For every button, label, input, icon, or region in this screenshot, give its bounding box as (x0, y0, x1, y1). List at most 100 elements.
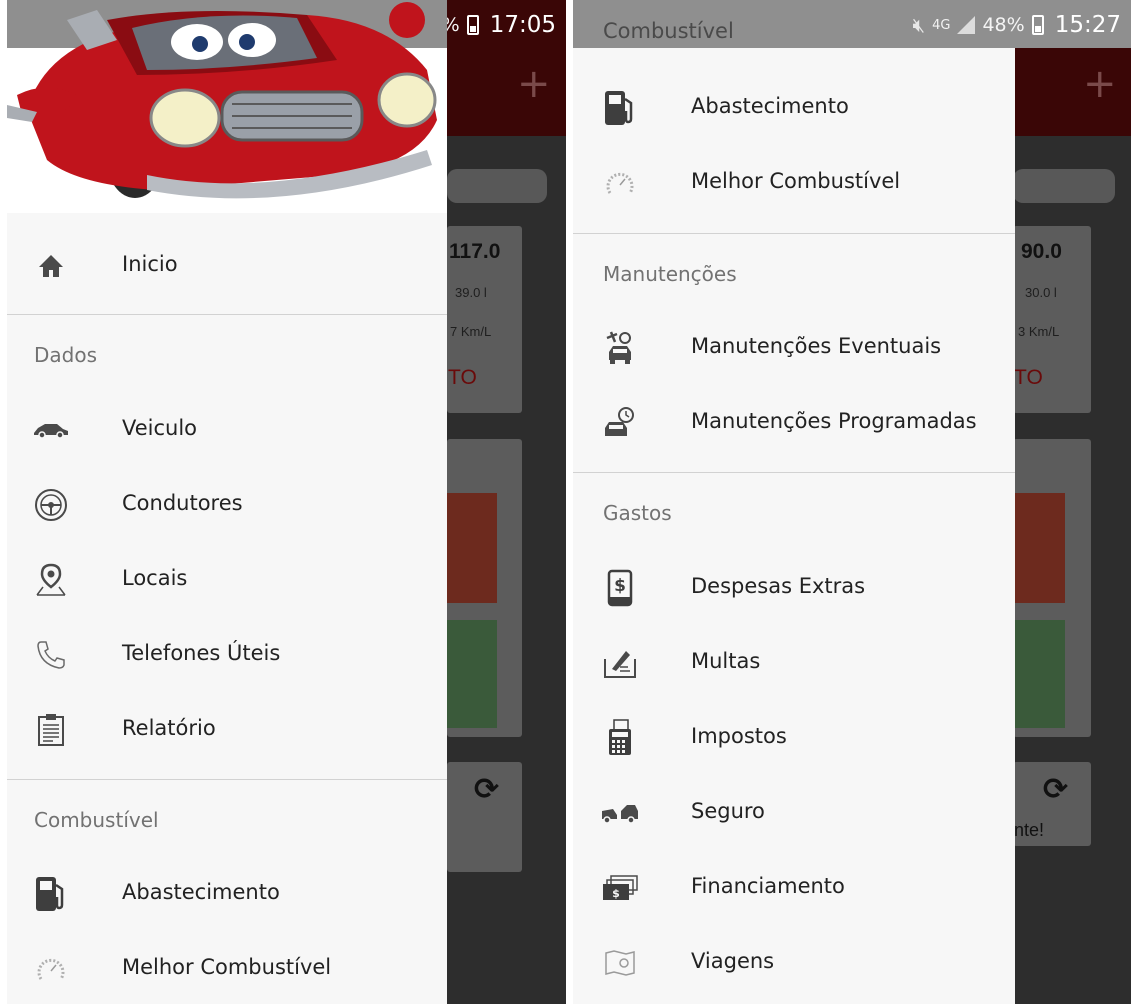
nav-item-manutencoes-eventuais[interactable]: Manutenções Eventuais (573, 310, 1015, 384)
summary-liters: 30.0 l (1025, 285, 1057, 300)
section-header-dados: Dados (34, 343, 98, 367)
nav-item-veiculo[interactable]: Veiculo (7, 392, 447, 466)
summary-consumption: 3 Km/L (1018, 324, 1060, 339)
home-icon (31, 246, 71, 286)
nav-label: Veiculo (122, 416, 198, 440)
green-button[interactable] (1013, 620, 1065, 728)
nav-label: Condutores (122, 491, 243, 515)
banknotes-icon: $ (600, 868, 640, 908)
nav-item-despesas-extras[interactable]: $ Despesas Extras (573, 550, 1015, 624)
nav-label: Manutenções Eventuais (691, 334, 942, 358)
battery-percent: 48% (982, 14, 1025, 36)
nav-item-abastecimento[interactable]: Abastecimento (7, 856, 447, 930)
fuel-pump-icon (31, 874, 71, 914)
nav-label: Multas (691, 649, 761, 673)
nav-label: Seguro (691, 799, 765, 823)
navigation-drawer: Abastecimento Melhor Combustível Manuten… (573, 48, 1015, 1004)
nav-label: Relatório (122, 716, 216, 740)
nav-label: Melhor Combustível (691, 169, 901, 193)
refresh-icon[interactable]: ⟳ (474, 772, 499, 807)
refresh-icon[interactable]: ⟳ (1043, 772, 1068, 807)
car-repair-icon (600, 328, 640, 368)
nav-label: Inicio (122, 252, 178, 276)
summary-status: TO (1014, 366, 1043, 389)
nav-label: Locais (122, 566, 188, 590)
nav-item-multas[interactable]: Multas (573, 625, 1015, 699)
section-header-manutencoes: Manutenções (603, 262, 737, 286)
nav-item-melhor-combustivel[interactable]: Melhor Combustível (7, 931, 447, 1004)
red-button[interactable] (447, 493, 497, 603)
nav-item-inicio[interactable]: Inicio (7, 228, 447, 302)
divider (573, 233, 1015, 234)
phone-icon (31, 635, 71, 675)
nav-item-manutencoes-programadas[interactable]: Manutenções Programadas (573, 385, 1015, 459)
battery-icon (466, 15, 479, 35)
network-type: 4G (932, 17, 951, 33)
nav-item-financiamento[interactable]: $ Financiamento (573, 850, 1015, 924)
nav-label: Despesas Extras (691, 574, 866, 598)
green-button[interactable] (447, 620, 497, 728)
car-clock-icon (600, 403, 640, 443)
mute-icon: 🔇︎ (912, 13, 926, 37)
status-message: nte! (1014, 820, 1045, 840)
ticket-icon (600, 643, 640, 683)
battery-icon (1031, 15, 1044, 35)
calculator-icon (600, 718, 640, 758)
nav-item-telefones[interactable]: Telefones Úteis (7, 617, 447, 691)
map-pin-icon (31, 560, 71, 600)
nav-label: Financiamento (691, 874, 845, 898)
signal-icon (957, 16, 976, 34)
nav-label: Impostos (691, 724, 787, 748)
steering-wheel-icon (31, 485, 71, 525)
clock: 17:05 (489, 12, 556, 38)
section-header-combustivel: Combustível (34, 808, 159, 832)
svg-text:$: $ (614, 576, 626, 596)
nav-item-locais[interactable]: Locais (7, 542, 447, 616)
nav-item-seguro[interactable]: Seguro (573, 775, 1015, 849)
nav-label: Melhor Combustível (122, 955, 332, 979)
nav-label: Manutenções Programadas (691, 409, 977, 433)
car-icon (31, 410, 71, 450)
add-button[interactable]: + (517, 64, 551, 104)
nav-item-impostos[interactable]: Impostos (573, 700, 1015, 774)
money-phone-icon: $ (600, 568, 640, 608)
nav-item-melhor-combustivel[interactable]: Melhor Combustível (573, 145, 1015, 219)
nav-label: Abastecimento (122, 880, 280, 904)
car-crash-icon (600, 793, 640, 833)
clipboard-icon (31, 710, 71, 750)
summary-value: 117.0 (449, 240, 501, 263)
divider (7, 779, 447, 780)
summary-liters: 39.0 l (455, 285, 487, 300)
drawer-header-image (7, 0, 447, 213)
clock: 15:27 (1054, 12, 1121, 38)
nav-item-relatorio[interactable]: Relatório (7, 692, 447, 766)
nav-item-condutores[interactable]: Condutores (7, 467, 447, 541)
summary-status: TO (448, 366, 477, 389)
add-button[interactable]: + (1083, 64, 1117, 104)
status-bar: Combustível 🔇︎ 4G 48% 15:27 (573, 0, 1131, 48)
nav-label: Abastecimento (691, 94, 849, 118)
cartoon-car-logo (7, 0, 447, 199)
divider (7, 314, 447, 315)
nav-label: Viagens (691, 949, 775, 973)
gauge-icon (600, 163, 640, 203)
screen-left: + 117.0 39.0 l 7 Km/L TO ⟳ 🔇︎ 19% 17:05 (7, 0, 566, 1004)
section-header-gastos: Gastos (603, 501, 672, 525)
divider (573, 472, 1015, 473)
summary-consumption: 7 Km/L (450, 324, 492, 339)
nav-label: Telefones Úteis (122, 641, 281, 665)
navigation-drawer: Inicio Dados Veiculo Condutores Locais T… (7, 0, 447, 1004)
search-bar[interactable] (1013, 169, 1115, 203)
status-icons: 🔇︎ 4G 48% 15:27 (913, 10, 1122, 40)
red-button[interactable] (1013, 493, 1065, 603)
nav-item-abastecimento[interactable]: Abastecimento (573, 70, 1015, 144)
status-bar-title: Combustível (603, 19, 734, 43)
nav-item-viagens[interactable]: Viagens (573, 925, 1015, 999)
search-bar[interactable] (447, 169, 547, 203)
svg-text:$: $ (612, 887, 620, 900)
gauge-icon (31, 949, 71, 989)
map-icon (600, 943, 640, 983)
fuel-pump-icon (600, 88, 640, 128)
screen-right: + 90.0 30.0 l 3 Km/L TO ⟳ nte! Combustív… (573, 0, 1131, 1004)
summary-value: 90.0 (1021, 240, 1062, 263)
